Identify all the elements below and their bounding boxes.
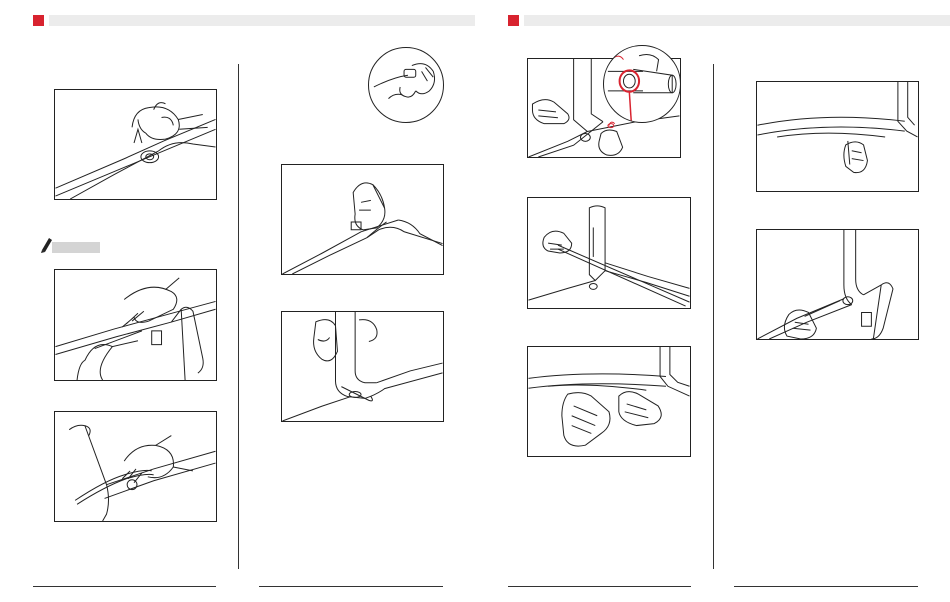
note-indicator (40, 236, 102, 256)
footer-rule-3 (508, 586, 691, 587)
figure-seatpost-cable (54, 411, 217, 522)
figure-cable-pull (54, 269, 217, 381)
column-divider-right-page (713, 64, 714, 569)
detail-zoom-circle-1 (368, 47, 444, 123)
column-divider-left-page (238, 64, 239, 569)
footer-rule-2 (259, 586, 443, 587)
footer-rule-1 (33, 586, 216, 587)
note-label-bar (52, 242, 100, 253)
figure-frame-hand (756, 229, 919, 340)
figure-headtube-hand (281, 164, 444, 275)
footer-rule-4 (734, 586, 918, 587)
detail-zoom-circle-2 (603, 45, 681, 123)
section-marker-right (508, 15, 519, 26)
figure-cable-routing (527, 197, 691, 309)
figure-toptube-tool (756, 81, 919, 192)
figure-toptube-hands (527, 346, 691, 457)
header-bar-right (524, 15, 950, 26)
figure-frame-tool-1 (54, 89, 217, 200)
header-bar-left (49, 15, 475, 26)
figure-seatpost-bracket (281, 311, 444, 422)
section-marker-left (33, 15, 44, 26)
